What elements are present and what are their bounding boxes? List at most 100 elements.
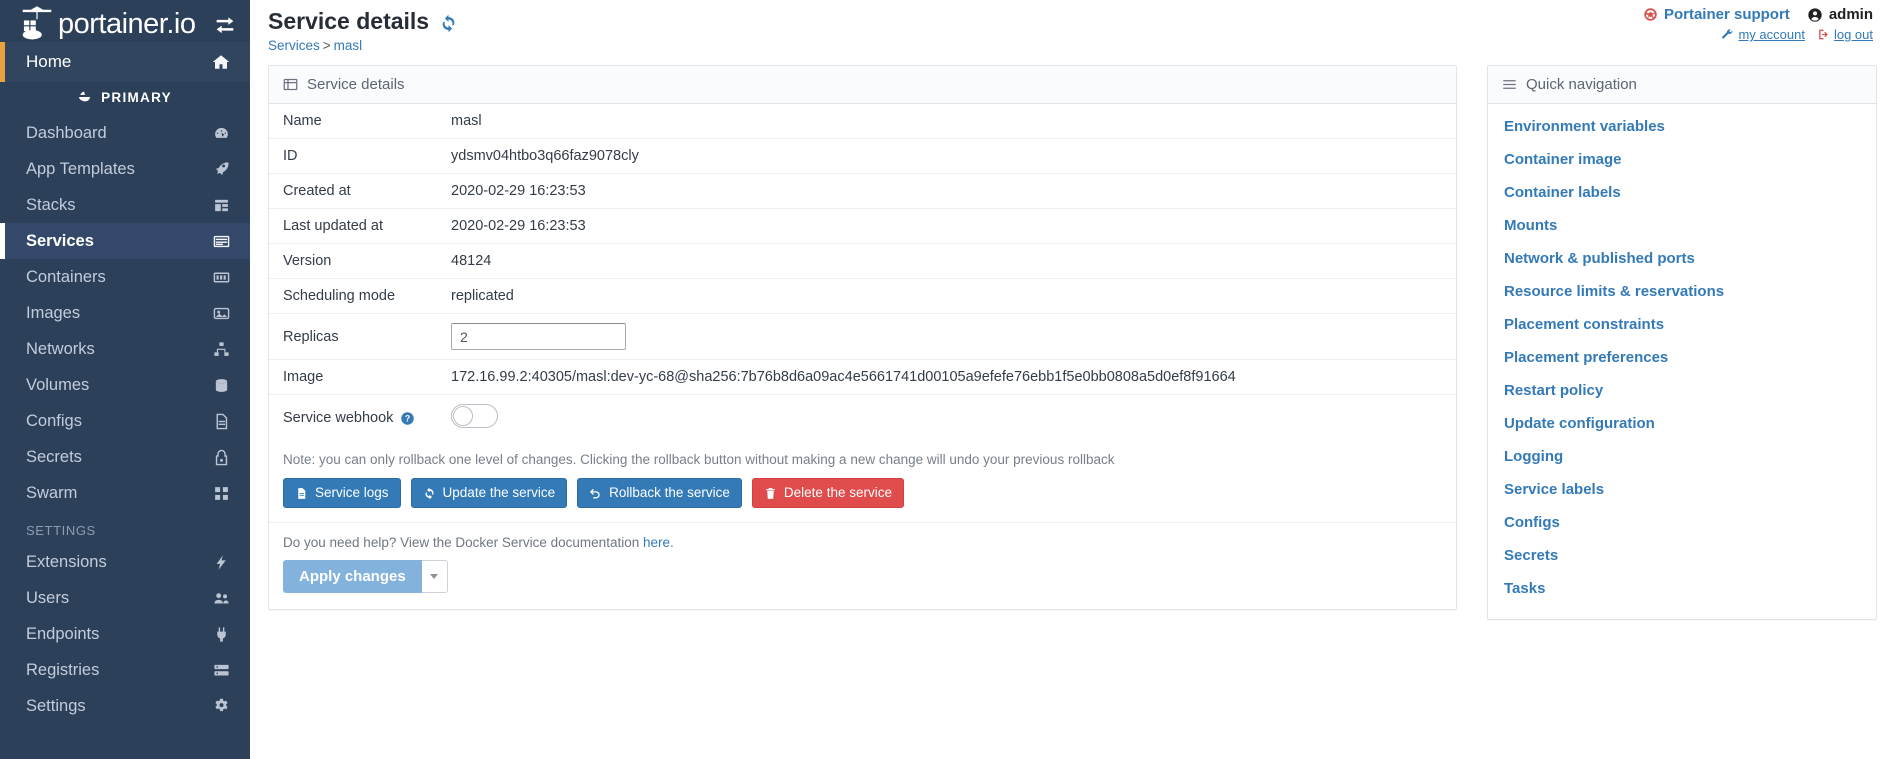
sidebar-item-label: Services	[26, 231, 94, 250]
quick-nav-link-placement-constraints[interactable]: Placement constraints	[1488, 308, 1876, 341]
sidebar-item-swarm[interactable]: Swarm	[0, 475, 250, 511]
rollback-service-button[interactable]: Rollback the service	[577, 478, 742, 509]
quick-nav-link-logging[interactable]: Logging	[1488, 440, 1876, 473]
quick-nav-link-resource-limits-reservations[interactable]: Resource limits & reservations	[1488, 275, 1876, 308]
secrets-icon	[210, 448, 230, 466]
row-value: 2020-02-29 16:23:53	[437, 208, 1456, 244]
quick-nav-link-configs[interactable]: Configs	[1488, 506, 1876, 539]
service-details-panel-title: Service details	[307, 76, 405, 93]
sidebar-item-users[interactable]: Users	[0, 580, 250, 616]
left-column: Service details Name masl ID ydsmv04htbo…	[268, 65, 1457, 620]
sidebar-item-home[interactable]: Home	[0, 42, 250, 82]
life-ring-icon	[1643, 7, 1658, 22]
sidebar-item-app-templates[interactable]: App Templates	[0, 151, 250, 187]
undo-icon	[589, 487, 602, 500]
row-key: Created at	[269, 173, 437, 209]
main-content: Service details Services > masl Portaine…	[250, 0, 1895, 759]
sidebar-section-settings: SETTINGS	[26, 523, 96, 538]
row-key: Scheduling mode	[269, 278, 437, 314]
sidebar-item-label: Containers	[26, 267, 106, 286]
brand-title: portainer.io	[58, 7, 196, 40]
sidebar-item-label: Configs	[26, 411, 82, 430]
row-value	[437, 395, 1456, 442]
sidebar-toggle-icon[interactable]	[214, 14, 236, 34]
table-row-webhook: Service webhook ?	[269, 395, 1456, 442]
row-value: 48124	[437, 243, 1456, 279]
delete-service-button[interactable]: Delete the service	[751, 478, 904, 509]
sidebar-item-images[interactable]: Images	[0, 295, 250, 331]
row-value: 172.16.99.2:40305/masl:dev-yc-68@sha256:…	[437, 359, 1456, 395]
apply-changes-button[interactable]: Apply changes	[283, 560, 422, 594]
row-key: Service webhook ?	[269, 395, 437, 442]
quick-nav-link-service-labels[interactable]: Service labels	[1488, 473, 1876, 506]
row-value: replicated	[437, 278, 1456, 314]
cogs-icon	[210, 697, 230, 715]
my-account-link[interactable]: my account	[1721, 27, 1805, 42]
apply-changes-group: Apply changes	[283, 560, 448, 594]
service-logs-button[interactable]: Service logs	[283, 478, 401, 509]
home-icon	[210, 53, 230, 71]
sidebar-item-volumes[interactable]: Volumes	[0, 367, 250, 403]
quick-nav-link-restart-policy[interactable]: Restart policy	[1488, 374, 1876, 407]
question-circle-icon[interactable]: ?	[400, 411, 415, 426]
sidebar-item-extensions[interactable]: Extensions	[0, 544, 250, 580]
webhook-label: Service webhook	[283, 410, 394, 426]
breadcrumb-services-link[interactable]: Services	[268, 38, 320, 53]
sidebar-item-settings[interactable]: Settings	[0, 688, 250, 724]
quick-nav-link-placement-preferences[interactable]: Placement preferences	[1488, 341, 1876, 374]
quick-nav-link-tasks[interactable]: Tasks	[1488, 572, 1876, 605]
sidebar-item-endpoints[interactable]: Endpoints	[0, 616, 250, 652]
user-circle-icon	[1807, 7, 1823, 23]
logout-link[interactable]: log out	[1817, 27, 1873, 42]
sidebar-item-registries[interactable]: Registries	[0, 652, 250, 688]
button-label: Rollback the service	[609, 485, 730, 500]
file-text-icon	[295, 487, 308, 500]
sidebar-item-label: Images	[26, 303, 81, 322]
svg-text:?: ?	[405, 413, 410, 423]
volumes-icon	[210, 376, 230, 394]
networks-icon	[210, 340, 230, 358]
users-icon	[210, 589, 230, 607]
configs-icon	[210, 412, 230, 430]
table-row: Version 48124	[269, 243, 1456, 279]
sidebar-item-stacks[interactable]: Stacks	[0, 187, 250, 223]
service-details-panel-header: Service details	[269, 66, 1456, 104]
service-webhook-toggle[interactable]	[451, 404, 498, 428]
sync-icon	[423, 487, 436, 500]
update-service-button[interactable]: Update the service	[410, 478, 568, 509]
replicas-input[interactable]	[451, 323, 626, 350]
row-value: 2020-02-29 16:23:53	[437, 173, 1456, 209]
quick-nav-link-network-published-ports[interactable]: Network & published ports	[1488, 242, 1876, 275]
quick-nav-link-mounts[interactable]: Mounts	[1488, 209, 1876, 242]
quick-nav-link-container-labels[interactable]: Container labels	[1488, 176, 1876, 209]
portainer-support-link[interactable]: Portainer support	[1643, 6, 1790, 23]
apply-changes-dropdown-button[interactable]	[421, 560, 448, 594]
table-row: Name masl	[269, 104, 1456, 139]
refresh-icon[interactable]	[439, 12, 458, 33]
sidebar-item-label: Stacks	[26, 195, 76, 214]
sidebar-item-configs[interactable]: Configs	[0, 403, 250, 439]
whale-icon	[78, 90, 96, 105]
sidebar-primary-nav: Dashboard App Templates Stacks Services …	[0, 115, 250, 511]
sidebar-item-secrets[interactable]: Secrets	[0, 439, 250, 475]
row-value: masl	[437, 104, 1456, 139]
table-row-replicas: Replicas	[269, 313, 1456, 360]
quick-nav-link-update-configuration[interactable]: Update configuration	[1488, 407, 1876, 440]
sidebar-item-label: Networks	[26, 339, 95, 358]
sidebar-item-services[interactable]: Services	[0, 223, 250, 259]
sidebar-item-label: Dashboard	[26, 123, 107, 142]
sidebar-item-label: Endpoints	[26, 624, 100, 643]
user-area: Portainer support admin my account log o…	[1643, 6, 1873, 42]
bars-icon	[1502, 77, 1517, 92]
quick-nav-link-secrets[interactable]: Secrets	[1488, 539, 1876, 572]
quick-nav-link-container-image[interactable]: Container image	[1488, 143, 1876, 176]
sidebar-item-dashboard[interactable]: Dashboard	[0, 115, 250, 151]
quick-nav-link-environment-variables[interactable]: Environment variables	[1488, 110, 1876, 143]
sidebar-item-networks[interactable]: Networks	[0, 331, 250, 367]
portainer-support-label: Portainer support	[1663, 6, 1790, 23]
docs-here-link[interactable]: here	[643, 535, 670, 550]
service-details-table: Name masl ID ydsmv04htbo3q66faz9078cly C…	[269, 104, 1456, 441]
quick-navigation-panel: Quick navigation Environment variables C…	[1487, 65, 1877, 620]
sidebar-item-containers[interactable]: Containers	[0, 259, 250, 295]
admin-user[interactable]: admin	[1807, 6, 1873, 23]
